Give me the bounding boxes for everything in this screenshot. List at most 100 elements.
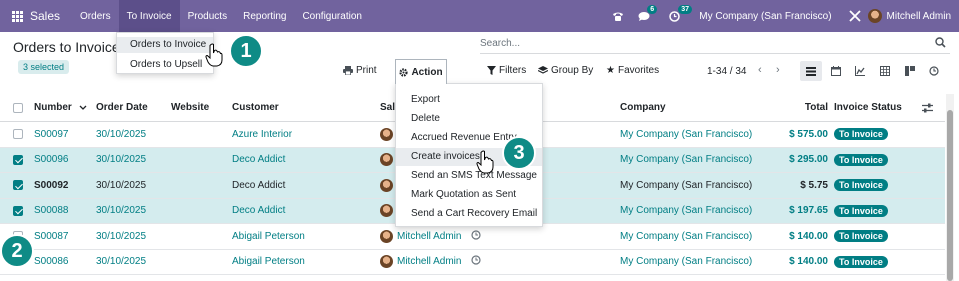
customer-name[interactable]: Abigail Peterson [232,250,305,275]
activity-clock-icon[interactable] [471,255,482,268]
vertical-scrollbar[interactable] [946,94,954,281]
order-number[interactable]: S00097 [34,122,68,147]
activity-clock-icon[interactable] [471,230,482,243]
company-name: My Company (San Francisco) [620,205,753,217]
order-number[interactable]: S00092 [34,173,68,198]
column-website[interactable]: Website [171,94,209,121]
filter-icon [487,66,496,75]
column-company[interactable]: Company [620,94,666,121]
row-checkbox[interactable] [13,173,23,198]
salesperson-avatar [380,255,393,269]
invoice-status: To Invoice [834,173,888,198]
table-row[interactable]: S00087 30/10/2025 Abigail Peterson My Compa… [0,224,945,250]
order-total: $ 197.65 [789,205,828,217]
company-name: My Company (San Francisco) [620,154,753,166]
company-switcher[interactable]: My Company (San Francisco) [699,11,831,22]
hand-cursor-icon-2 [476,150,494,174]
group-by-button[interactable]: Group By [538,65,593,76]
search-input[interactable]: Search... [480,38,520,49]
salesperson[interactable]: Mitchell Admin [380,250,482,275]
order-number[interactable]: S00088 [34,199,68,224]
status-badge: To Invoice [834,128,888,141]
row-checkbox[interactable] [13,199,23,224]
row-checkbox[interactable] [13,148,23,173]
action-send-cart-recovery-email[interactable]: Send a Cart Recovery Email [396,206,542,222]
menu-orders-to-upsell[interactable]: Orders to Upsell [117,57,213,73]
menu-reporting[interactable]: Reporting [235,0,294,32]
invoice-status: To Invoice [834,250,888,275]
action-export[interactable]: Export [396,92,542,108]
salesperson-avatar [380,127,393,141]
row-checkbox[interactable] [13,122,23,147]
favorites-label: Favorites [617,65,660,76]
salesperson-name: Mitchell Admin [397,230,462,242]
user-menu[interactable]: Mitchell Admin [867,9,951,23]
favorites-button[interactable]: ★ Favorites [606,65,659,76]
status-badge: To Invoice [834,255,888,268]
star-icon: ★ [606,65,615,76]
activities-clock-icon[interactable]: 37 [669,4,693,22]
action-button[interactable]: Action [395,59,447,84]
column-number[interactable]: Number [34,94,87,121]
order-date: 30/10/2025 [96,230,147,242]
order-date: 30/10/2025 [96,205,147,217]
calendar-view-icon[interactable] [825,61,847,81]
column-total[interactable]: Total [760,94,828,121]
breadcrumb: Orders to Invoice [13,39,120,55]
customer-name[interactable]: Abigail Peterson [232,224,305,249]
filters-button[interactable]: Filters [487,65,526,76]
menu-orders[interactable]: Orders [72,0,119,32]
order-number[interactable]: S00087 [34,224,68,249]
activity-view-icon[interactable] [923,61,945,81]
column-order-date[interactable]: Order Date [96,94,148,121]
company-name: My Company (San Francisco) [620,128,753,140]
customer-name[interactable]: Azure Interior [232,122,292,147]
pager-previous-icon[interactable]: ‹ [758,64,762,76]
customer-name[interactable]: Deco Addict [232,199,285,224]
action-delete[interactable]: Delete [396,111,542,127]
pager-next-icon[interactable]: › [776,64,780,76]
graph-view-icon[interactable] [849,61,871,81]
select-all-checkbox[interactable] [13,94,23,121]
app-name[interactable]: Sales [30,9,60,23]
main-menu: Orders To Invoice Products Reporting Con… [72,0,370,32]
debug-tools-icon[interactable] [848,10,861,22]
messages-icon[interactable]: 6 [638,4,658,22]
order-number[interactable]: S00086 [34,250,68,275]
search-icon[interactable] [935,37,946,51]
list-view-icon[interactable] [800,61,822,81]
customer-name[interactable]: Deco Addict [232,148,285,173]
customer-name[interactable]: Deco Addict [232,173,285,198]
order-date: 30/10/2025 [96,128,147,140]
order-date: 30/10/2025 [96,154,147,166]
print-button[interactable]: Print [343,65,377,76]
menu-products[interactable]: Products [180,0,235,32]
phone-icon[interactable] [612,11,624,22]
pivot-view-icon[interactable] [874,61,896,81]
optional-columns-toggle-icon[interactable] [922,94,933,121]
action-mark-quotation-sent[interactable]: Mark Quotation as Sent [396,187,542,203]
salesperson[interactable]: Mitchell Admin [380,224,482,249]
order-total: $ 140.00 [789,256,828,268]
gear-icon [399,67,409,77]
user-name: Mitchell Admin [886,10,951,22]
apps-menu-icon[interactable] [6,0,28,32]
messages-count-badge: 6 [647,4,658,14]
order-total: $ 295.00 [789,154,828,166]
menu-configuration[interactable]: Configuration [294,0,369,32]
filters-label: Filters [499,65,527,76]
pager-value[interactable]: 1-34 / 34 [707,66,746,77]
user-avatar [867,9,882,23]
menu-orders-to-invoice[interactable]: Orders to Invoice [117,37,213,53]
selected-count-badge: 3 selected [18,60,70,74]
action-send-sms[interactable]: Send an SMS Text Message [396,168,542,184]
activities-count-badge: 37 [678,4,693,14]
order-number[interactable]: S00096 [34,148,68,173]
kanban-view-icon[interactable] [899,61,921,81]
search-bar[interactable]: Search... [480,33,950,54]
table-row[interactable]: S00086 30/10/2025 Abigail Peterson My Compa… [0,250,945,275]
menu-to-invoice[interactable]: To Invoice [118,0,180,32]
invoice-status: To Invoice [834,224,888,249]
column-invoice-status[interactable]: Invoice Status [834,94,902,121]
column-customer[interactable]: Customer [232,94,279,121]
